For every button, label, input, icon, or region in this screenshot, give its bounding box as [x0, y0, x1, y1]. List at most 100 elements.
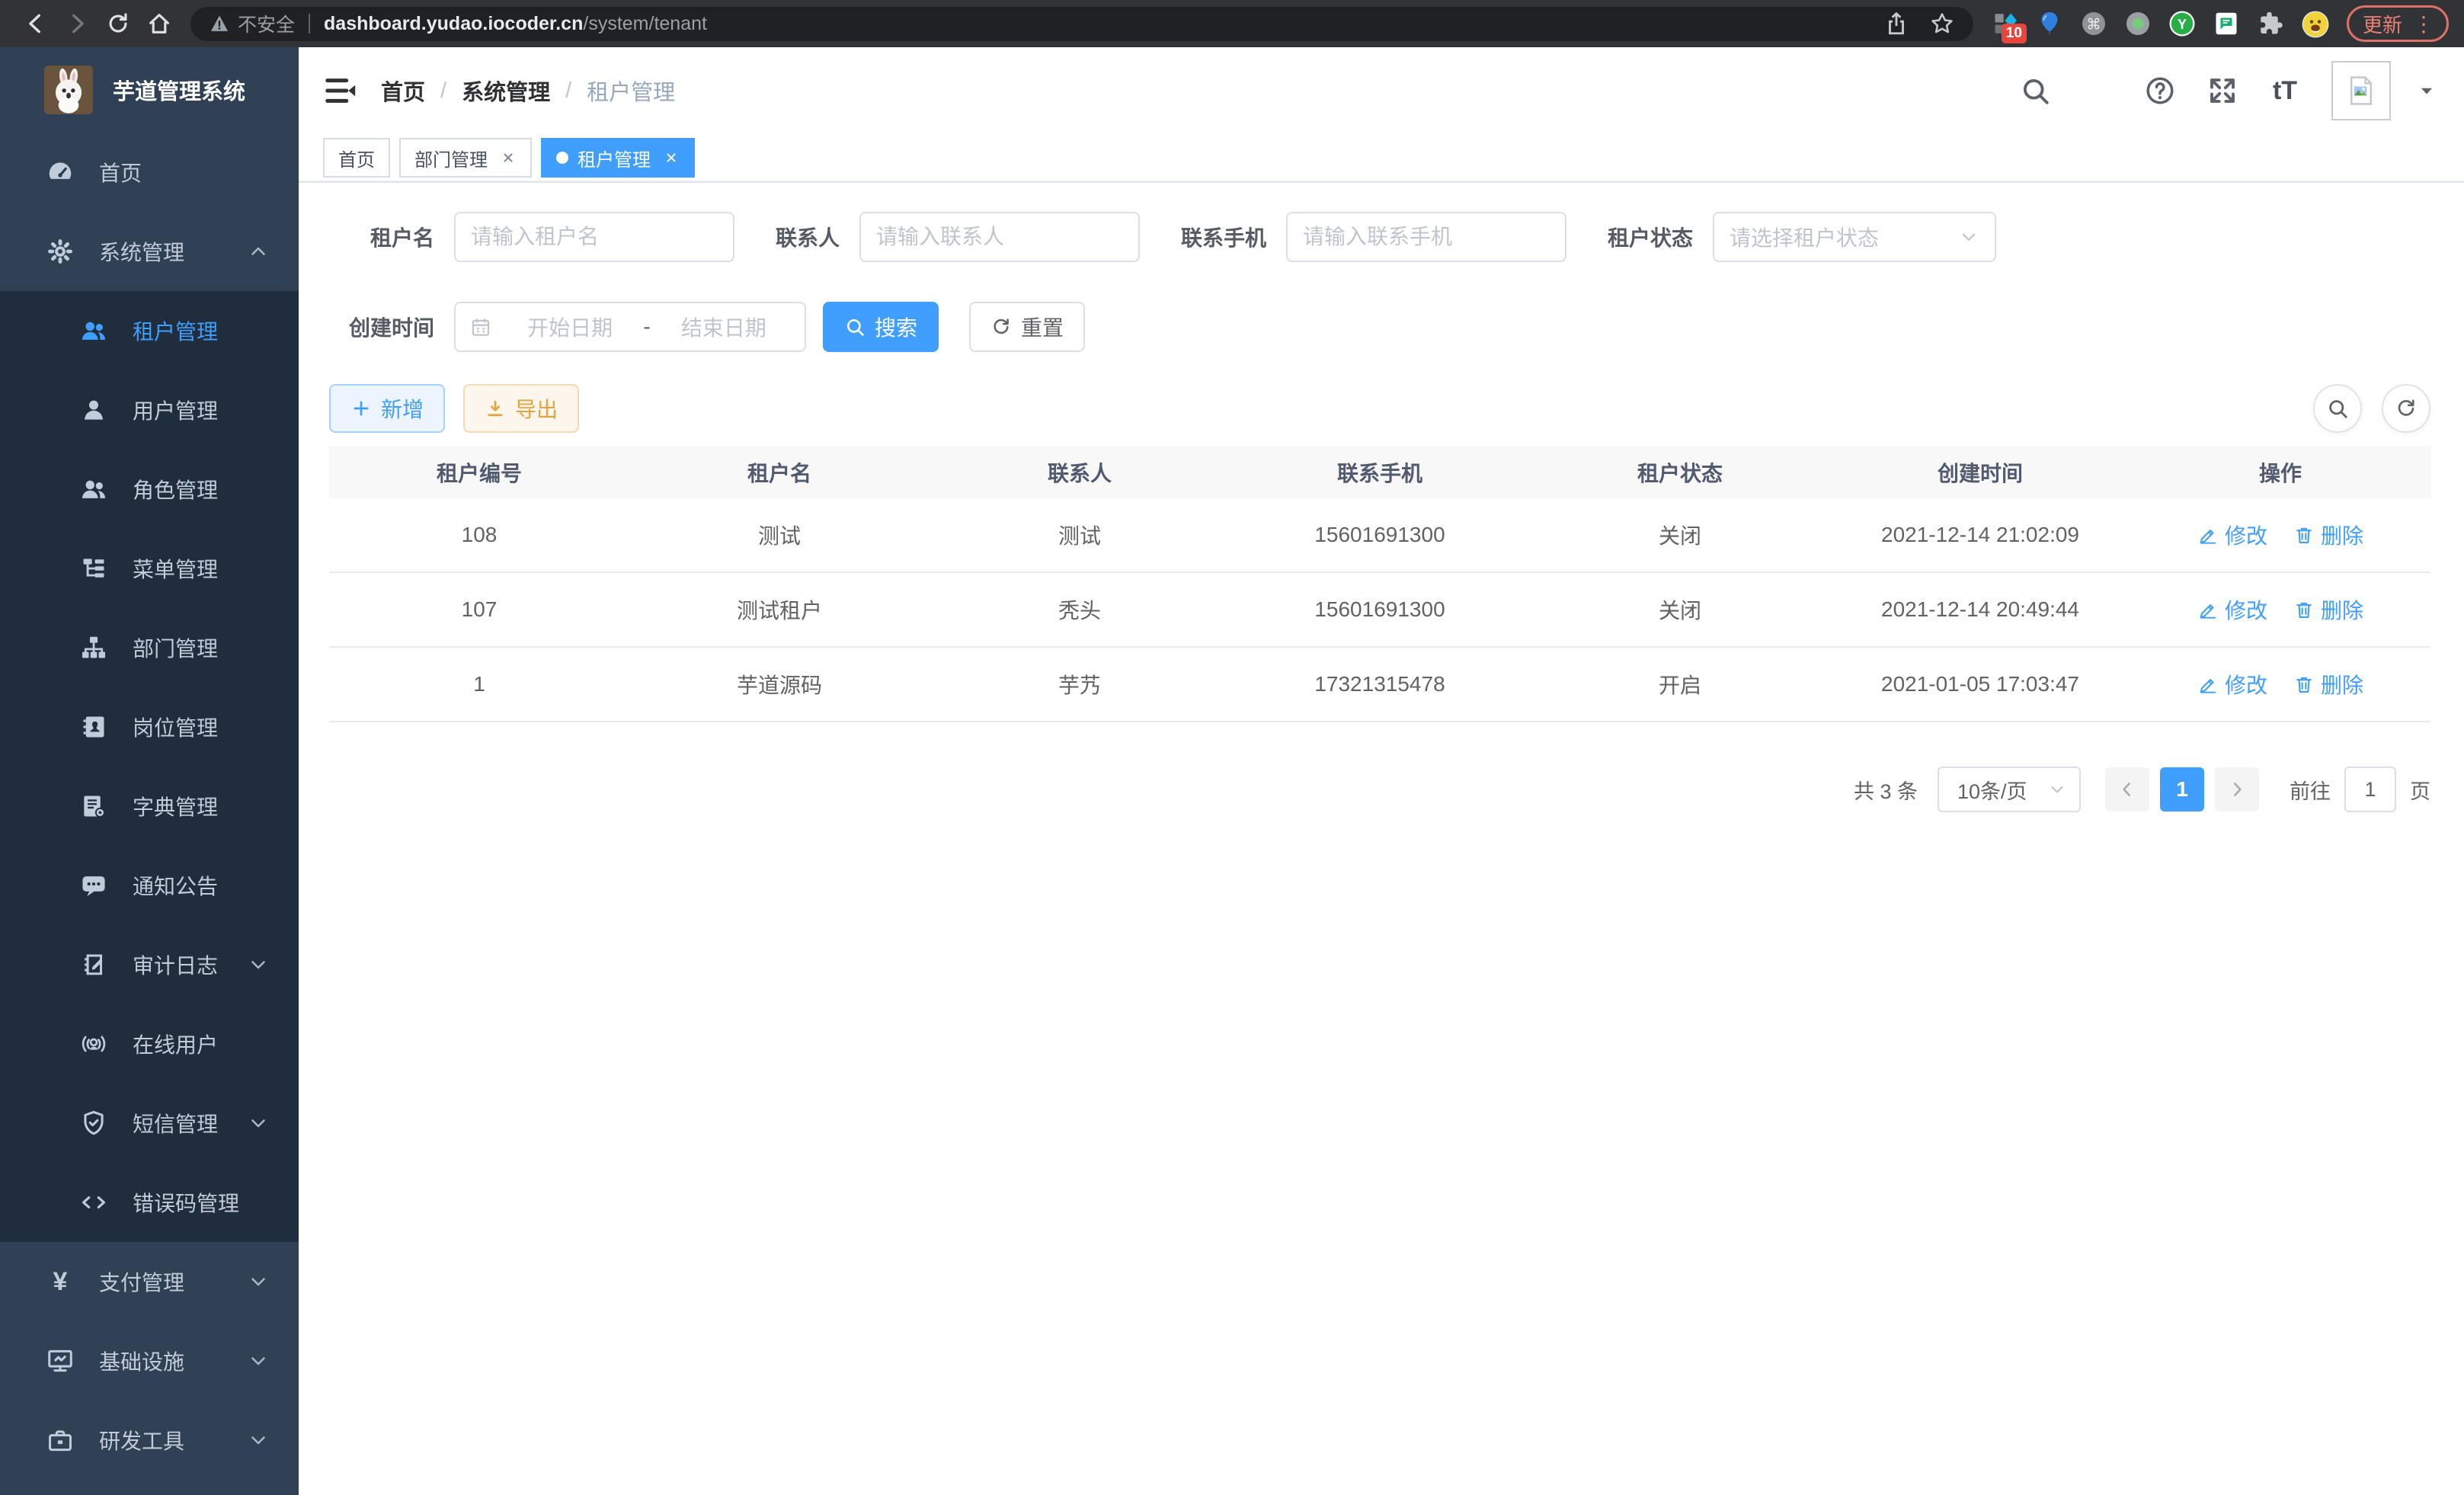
address-bar[interactable]: 不安全 dashboard.yudao.iocoder.cn/system/te…	[190, 7, 1973, 41]
next-page-button[interactable]	[2215, 767, 2259, 812]
delete-label: 删除	[2321, 520, 2363, 550]
extension-balloon-icon[interactable]	[2036, 10, 2063, 37]
sidebar-item-dict-management[interactable]: 字典管理	[0, 767, 299, 846]
toggle-search-button[interactable]	[2313, 384, 2362, 433]
tenant-name-input[interactable]	[454, 212, 734, 262]
extension-y-icon[interactable]: Y	[2168, 10, 2196, 37]
extension-tiles-icon[interactable]: 10	[1992, 10, 2019, 37]
sidebar-item-dept-management[interactable]: 部门管理	[0, 608, 299, 687]
browser-update-button[interactable]: 更新 ⋮	[2347, 5, 2449, 42]
tenant-name-cell: 芋道源码	[629, 669, 930, 699]
sidebar-item-notice-announcement[interactable]: 通知公告	[0, 846, 299, 925]
page-size-select[interactable]: 10条/页	[1938, 767, 2081, 812]
contact-label: 联系人	[776, 222, 840, 252]
toolbar-right-actions	[2313, 384, 2430, 433]
tab-home[interactable]: 首页	[323, 138, 390, 178]
browser-home-button[interactable]	[139, 3, 180, 44]
add-button[interactable]: 新增	[329, 384, 445, 433]
sidebar-item-user-management[interactable]: 用户管理	[0, 370, 299, 450]
app-logo-row[interactable]: 芋道管理系统	[0, 47, 299, 133]
sidebar-item-label: 审计日志	[133, 949, 218, 980]
tab-label: 部门管理	[414, 145, 488, 171]
sidebar-item-infrastructure[interactable]: 基础设施	[0, 1321, 299, 1401]
sidebar-item-payment-management[interactable]: ¥支付管理	[0, 1242, 299, 1321]
help-icon[interactable]	[2144, 75, 2176, 107]
font-size-icon[interactable]: tT	[2269, 75, 2301, 107]
reset-button[interactable]: 重置	[969, 302, 1085, 352]
sidebar-item-label: 在线用户	[133, 1029, 218, 1059]
phone-input[interactable]	[1286, 212, 1566, 262]
user-avatar[interactable]	[2331, 61, 2391, 120]
delete-link[interactable]: 删除	[2293, 594, 2363, 625]
tab-close-icon[interactable]	[500, 149, 517, 166]
delete-link[interactable]: 删除	[2293, 520, 2363, 550]
browser-reload-button[interactable]	[98, 3, 139, 44]
breadcrumb: 首页 / 系统管理 / 租户管理	[381, 75, 675, 107]
pagination: 共 3 条 10条/页 1 前往 页	[329, 767, 2430, 812]
browser-menu-dots-icon[interactable]: ⋮	[2413, 11, 2434, 37]
tab-close-icon[interactable]	[663, 149, 680, 166]
svg-text:⌘: ⌘	[2086, 17, 2101, 34]
avatar-caret-down-icon[interactable]	[2417, 81, 2437, 101]
create-time-range-picker[interactable]: 开始日期 - 结束日期	[454, 302, 806, 352]
export-button[interactable]: 导出	[463, 384, 579, 433]
search-button[interactable]: 搜索	[823, 302, 939, 352]
tenant-name-label: 租户名	[329, 222, 434, 252]
share-icon[interactable]	[1883, 11, 1909, 37]
start-date-placeholder[interactable]: 开始日期	[503, 312, 637, 342]
end-date-placeholder[interactable]: 结束日期	[657, 312, 791, 342]
status-select[interactable]: 请选择租户状态	[1713, 212, 1996, 262]
edit-link[interactable]: 修改	[2197, 669, 2267, 699]
search-icon	[844, 316, 866, 338]
browser-back-button[interactable]	[15, 3, 56, 44]
tab-dept-management[interactable]: 部门管理	[399, 138, 532, 178]
edit-link[interactable]: 修改	[2197, 520, 2267, 550]
search-button-label: 搜索	[875, 312, 917, 342]
contact-input[interactable]	[859, 212, 1140, 262]
sidebar-item-post-management[interactable]: 岗位管理	[0, 687, 299, 767]
sidebar-item-menu-management[interactable]: 菜单管理	[0, 529, 299, 608]
sidebar-collapse-icon[interactable]	[323, 73, 358, 108]
page-size-value: 10条/页	[1957, 775, 2047, 805]
breadcrumb-separator: /	[440, 78, 446, 104]
delete-link[interactable]: 删除	[2293, 669, 2363, 699]
refresh-table-button[interactable]	[2382, 384, 2430, 433]
tenant-status-cell: 关闭	[1530, 520, 1830, 550]
browser-forward-button[interactable]	[56, 3, 98, 44]
sidebar-item-home[interactable]: 首页	[0, 133, 299, 212]
sidebar-item-online-users[interactable]: 在线用户	[0, 1004, 299, 1084]
sidebar-item-sms-management[interactable]: 短信管理	[0, 1084, 299, 1163]
github-icon[interactable]	[2082, 75, 2114, 107]
tenant-id-cell: 1	[329, 672, 629, 696]
sidebar-item-role-management[interactable]: 角色管理	[0, 450, 299, 529]
sidebar-item-audit-log[interactable]: 审计日志	[0, 925, 299, 1004]
tab-tenant-management[interactable]: 租户管理	[541, 138, 695, 178]
bookmark-star-icon[interactable]	[1929, 11, 1955, 37]
edit-link[interactable]: 修改	[2197, 594, 2267, 625]
fullscreen-icon[interactable]	[2206, 75, 2238, 107]
phone-label: 联系手机	[1181, 222, 1266, 252]
breadcrumb-system[interactable]: 系统管理	[462, 75, 550, 107]
goto-page-input[interactable]	[2344, 767, 2396, 812]
extension-record-icon[interactable]	[2124, 10, 2152, 37]
sidebar-item-error-code-management[interactable]: 错误码管理	[0, 1163, 299, 1242]
header-search-icon[interactable]	[2019, 75, 2051, 107]
payment-icon: ¥	[46, 1267, 75, 1296]
download-icon	[485, 398, 506, 419]
top-navbar: 首页 / 系统管理 / 租户管理 tT	[299, 47, 2464, 134]
sidebar-item-tenant-management[interactable]: 租户管理	[0, 291, 299, 370]
breadcrumb-home[interactable]: 首页	[381, 75, 425, 107]
extensions-puzzle-icon[interactable]	[2257, 10, 2284, 37]
extension-badge: 10	[2002, 24, 2027, 43]
extension-command-icon[interactable]: ⌘	[2080, 10, 2107, 37]
page-number-1[interactable]: 1	[2160, 767, 2204, 812]
sidebar-item-dev-tools[interactable]: 研发工具	[0, 1401, 299, 1480]
extension-chat-icon[interactable]	[2213, 10, 2240, 37]
user-icon	[79, 395, 108, 424]
sidebar-item-system-management[interactable]: 系统管理	[0, 212, 299, 291]
browser-profile-avatar[interactable]	[2301, 10, 2328, 37]
prev-page-button[interactable]	[2105, 767, 2149, 812]
sidebar-item-label: 通知公告	[133, 870, 218, 901]
command-icon: ⌘	[2080, 10, 2107, 37]
online-users-icon	[79, 1029, 108, 1058]
